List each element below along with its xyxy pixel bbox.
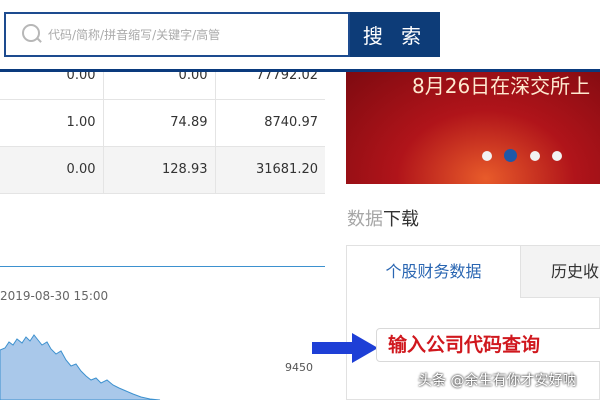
arrow-right-icon	[312, 333, 378, 363]
table-cell: 8740.97	[215, 99, 325, 147]
banner-text: 8月26日在深交所上	[412, 74, 591, 98]
search-icon	[22, 24, 40, 42]
carousel-dot[interactable]	[530, 151, 540, 161]
table-cell: 1.00	[0, 99, 104, 147]
carousel-dot-active[interactable]	[504, 149, 517, 162]
section-title: 数据下载	[347, 205, 419, 231]
chart-y-tick: 9450	[285, 361, 313, 374]
section-title-light: 数据	[347, 209, 383, 230]
tab-stock-financial-data[interactable]: 个股财务数据	[347, 246, 520, 298]
stats-table: 0.00 0.00 77792.02 1.00 74.89 8740.97 0.…	[0, 52, 325, 194]
table-cell: 74.89	[103, 99, 216, 147]
carousel-dot[interactable]	[552, 151, 562, 161]
table-row: 1.00 74.89 8740.97	[0, 99, 325, 147]
search-bar: 搜 索	[0, 0, 600, 72]
table-row: 0.00 128.93 31681.20	[0, 146, 325, 194]
search-input[interactable]	[48, 14, 344, 55]
watermark: 头条 @余生有你才安好呐	[418, 373, 577, 389]
chart-date-label: 2019-08-30 15:00	[0, 289, 109, 303]
table-cell: 128.93	[103, 146, 216, 194]
search-button[interactable]: 搜 索	[350, 12, 440, 57]
search-field[interactable]	[4, 12, 350, 57]
tab-history[interactable]: 历史收	[520, 246, 600, 298]
chart-area	[0, 334, 161, 400]
section-title-dark: 下载	[383, 209, 419, 230]
data-tabs: 个股财务数据 历史收	[346, 245, 600, 298]
chart-top-border	[0, 266, 325, 267]
annotation-text: 输入公司代码查询	[388, 334, 541, 356]
table-cell: 0.00	[0, 146, 104, 194]
index-chart	[0, 334, 161, 400]
carousel-dot[interactable]	[482, 151, 492, 161]
promo-banner[interactable]: 8月26日在深交所上	[346, 72, 600, 184]
table-cell: 31681.20	[215, 146, 325, 194]
